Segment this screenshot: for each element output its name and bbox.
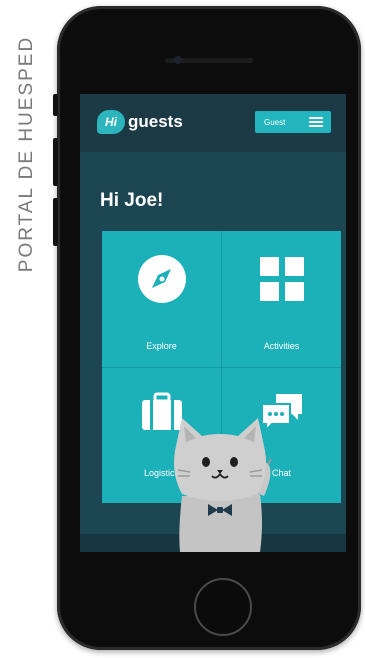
home-button[interactable] (194, 578, 252, 636)
tile-activities[interactable]: Activities (222, 231, 341, 367)
phone-screen: Hi guests Guest Hi Joe! Explore Activiti… (80, 94, 346, 552)
app-header: Hi guests Guest (80, 94, 346, 152)
tile-explore[interactable]: Explore (102, 231, 221, 367)
logo-text: guests (128, 112, 183, 131)
tile-explore-label: Explore (146, 341, 177, 351)
side-caption-text: PORTAL DE HUESPED (16, 35, 37, 273)
side-caption: PORTAL DE HUESPED (12, 24, 42, 284)
grid-icon (260, 257, 304, 301)
mute-switch (53, 94, 58, 116)
cat-mascot-illustration (174, 418, 272, 552)
logo-badge: Hi (97, 110, 125, 134)
guest-menu-button[interactable]: Guest (255, 111, 331, 133)
phone-frame: Hi guests Guest Hi Joe! Explore Activiti… (53, 6, 361, 650)
app-logo[interactable]: Hi guests (97, 108, 183, 136)
greeting-title: Hi Joe! (100, 190, 164, 211)
front-camera (174, 56, 182, 64)
hamburger-menu-icon (309, 117, 323, 127)
volume-up-button (53, 138, 58, 186)
tile-activities-label: Activities (263, 341, 300, 351)
volume-down-button (53, 198, 58, 246)
compass-icon (138, 255, 186, 303)
guest-button-label: Guest (264, 117, 286, 127)
